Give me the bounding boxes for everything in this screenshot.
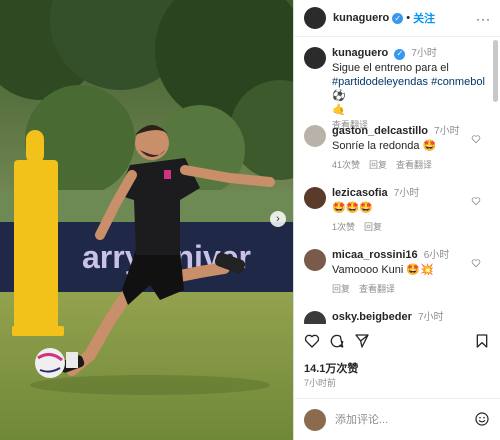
more-options-icon[interactable]: ··· [476,12,491,26]
separator-dot: • [406,12,411,24]
comments-scrollbar[interactable] [493,40,498,102]
comment-text: Vamoooo Kuni 🤩💥 [332,264,434,276]
comment-username[interactable]: gaston_delcastillo [332,125,428,137]
caption-hashtags[interactable]: #partidodeleyendas #conmebol [332,76,485,88]
author-username[interactable]: kunaguero [333,12,389,24]
comment-time: 7小时 [434,126,460,137]
action-bar [294,333,500,355]
comment-composer [294,398,500,440]
comment-text: Sonríe la redonda 🤩 [332,140,437,152]
post-header: kunaguero ✓ • 关注 ··· [294,0,500,37]
soccer-emoji: ⚽ [332,90,346,102]
comment-time: 6小时 [423,250,450,261]
post-side-panel: kunaguero ✓ • 关注 ··· kunaguero ✓ 7小时 Sig… [293,0,500,440]
like-count[interactable]: 14.1万次赞 [304,360,358,376]
add-comment-input[interactable] [335,413,465,426]
see-translation-button[interactable]: 查看翻译 [396,158,432,171]
commenter-avatar[interactable] [304,187,326,209]
reply-button[interactable]: 回复 [364,220,382,233]
soccer-ball [35,348,65,378]
heart-icon[interactable] [304,333,320,349]
caption-avatar[interactable] [304,47,326,69]
commenter-avatar[interactable] [304,125,326,147]
hand-emoji: 🤙 [332,104,346,116]
comment-item: lezicasofia 7小时 🤩🤩🤩 1次赞 回复 [304,186,487,233]
caption: kunaguero ✓ 7小时 Sigue el entreno para el… [304,46,487,131]
verified-badge-icon: ✓ [394,48,406,60]
reply-button[interactable]: 回复 [369,158,387,171]
post-viewer: arry Univer › kunaguero ✓ • 关注 ··· kunag… [0,0,500,440]
comment-heart-icon[interactable] [471,196,481,206]
comment-username[interactable]: lezicasofia [332,187,388,199]
reply-button[interactable]: 回复 [332,282,350,295]
follow-button[interactable]: 关注 [413,10,435,26]
comment-likes[interactable]: 41次赞 [332,158,360,171]
post-time: 7小时前 [304,378,337,388]
comment-heart-icon[interactable] [471,134,481,144]
comment-likes[interactable]: 1次赞 [332,220,355,233]
commenter-avatar[interactable] [304,249,326,271]
smiley-icon[interactable] [474,411,490,427]
comment-item: gaston_delcastillo 7小时 Sonríe la redonda… [304,124,487,171]
verified-badge-icon: ✓ [392,12,404,24]
post-photo: arry Univer › [0,0,293,440]
next-photo-button[interactable]: › [270,211,286,227]
author-avatar[interactable] [304,7,326,29]
comment-time: 7小时 [393,188,420,199]
comment-time: 7小时 [417,312,444,323]
commenter-avatar[interactable] [304,311,326,324]
comment-item: osky.beigbeder 7小时 [304,310,487,324]
current-user-avatar [304,408,326,431]
comment-item: micaa_rossini16 6小时 Vamoooo Kuni 🤩💥 回复 查… [304,248,487,295]
comment-username[interactable]: osky.beigbeder [332,311,412,323]
send-icon[interactable] [354,333,370,349]
photo-illustration: arry Univer [0,0,293,440]
caption-time: 7小时 [411,48,437,59]
chevron-right-icon: › [276,212,280,225]
comment-text: 🤩🤩🤩 [332,202,374,214]
comment-username[interactable]: micaa_rossini16 [332,249,418,261]
comment-heart-icon[interactable] [471,258,481,268]
comment-icon[interactable] [329,333,345,349]
bookmark-icon[interactable] [474,333,490,349]
comments-list: kunaguero ✓ 7小时 Sigue el entreno para el… [294,38,491,324]
caption-text-plain: Sigue el entreno para el [332,62,449,74]
caption-text: Sigue el entreno para el #partidodeleyen… [332,61,487,117]
see-translation-button[interactable]: 查看翻译 [359,282,395,295]
caption-username[interactable]: kunaguero [332,47,388,59]
